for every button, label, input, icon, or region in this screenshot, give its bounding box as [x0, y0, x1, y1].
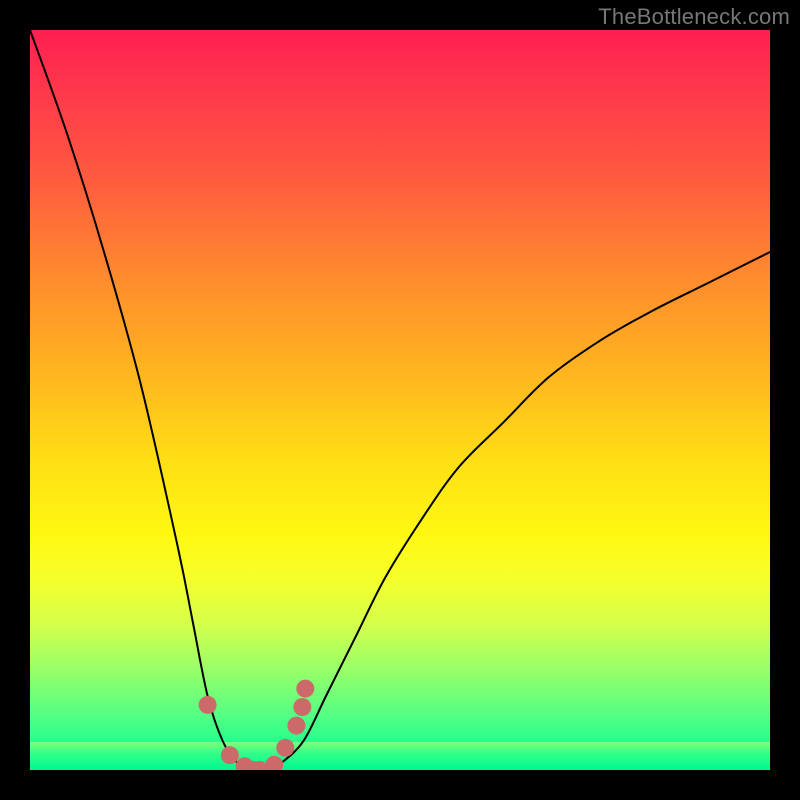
marker-dot: [287, 717, 305, 735]
curve-layer: [30, 30, 770, 770]
marker-dot: [265, 756, 283, 770]
marker-dot: [276, 739, 294, 757]
bottleneck-curve: [30, 30, 770, 770]
marker-dot: [296, 680, 314, 698]
marker-dot: [221, 746, 239, 764]
plot-area: [30, 30, 770, 770]
marker-dot: [293, 698, 311, 716]
marker-dot: [199, 696, 217, 714]
chart-stage: TheBottleneck.com: [0, 0, 800, 800]
watermark-text: TheBottleneck.com: [598, 4, 790, 30]
